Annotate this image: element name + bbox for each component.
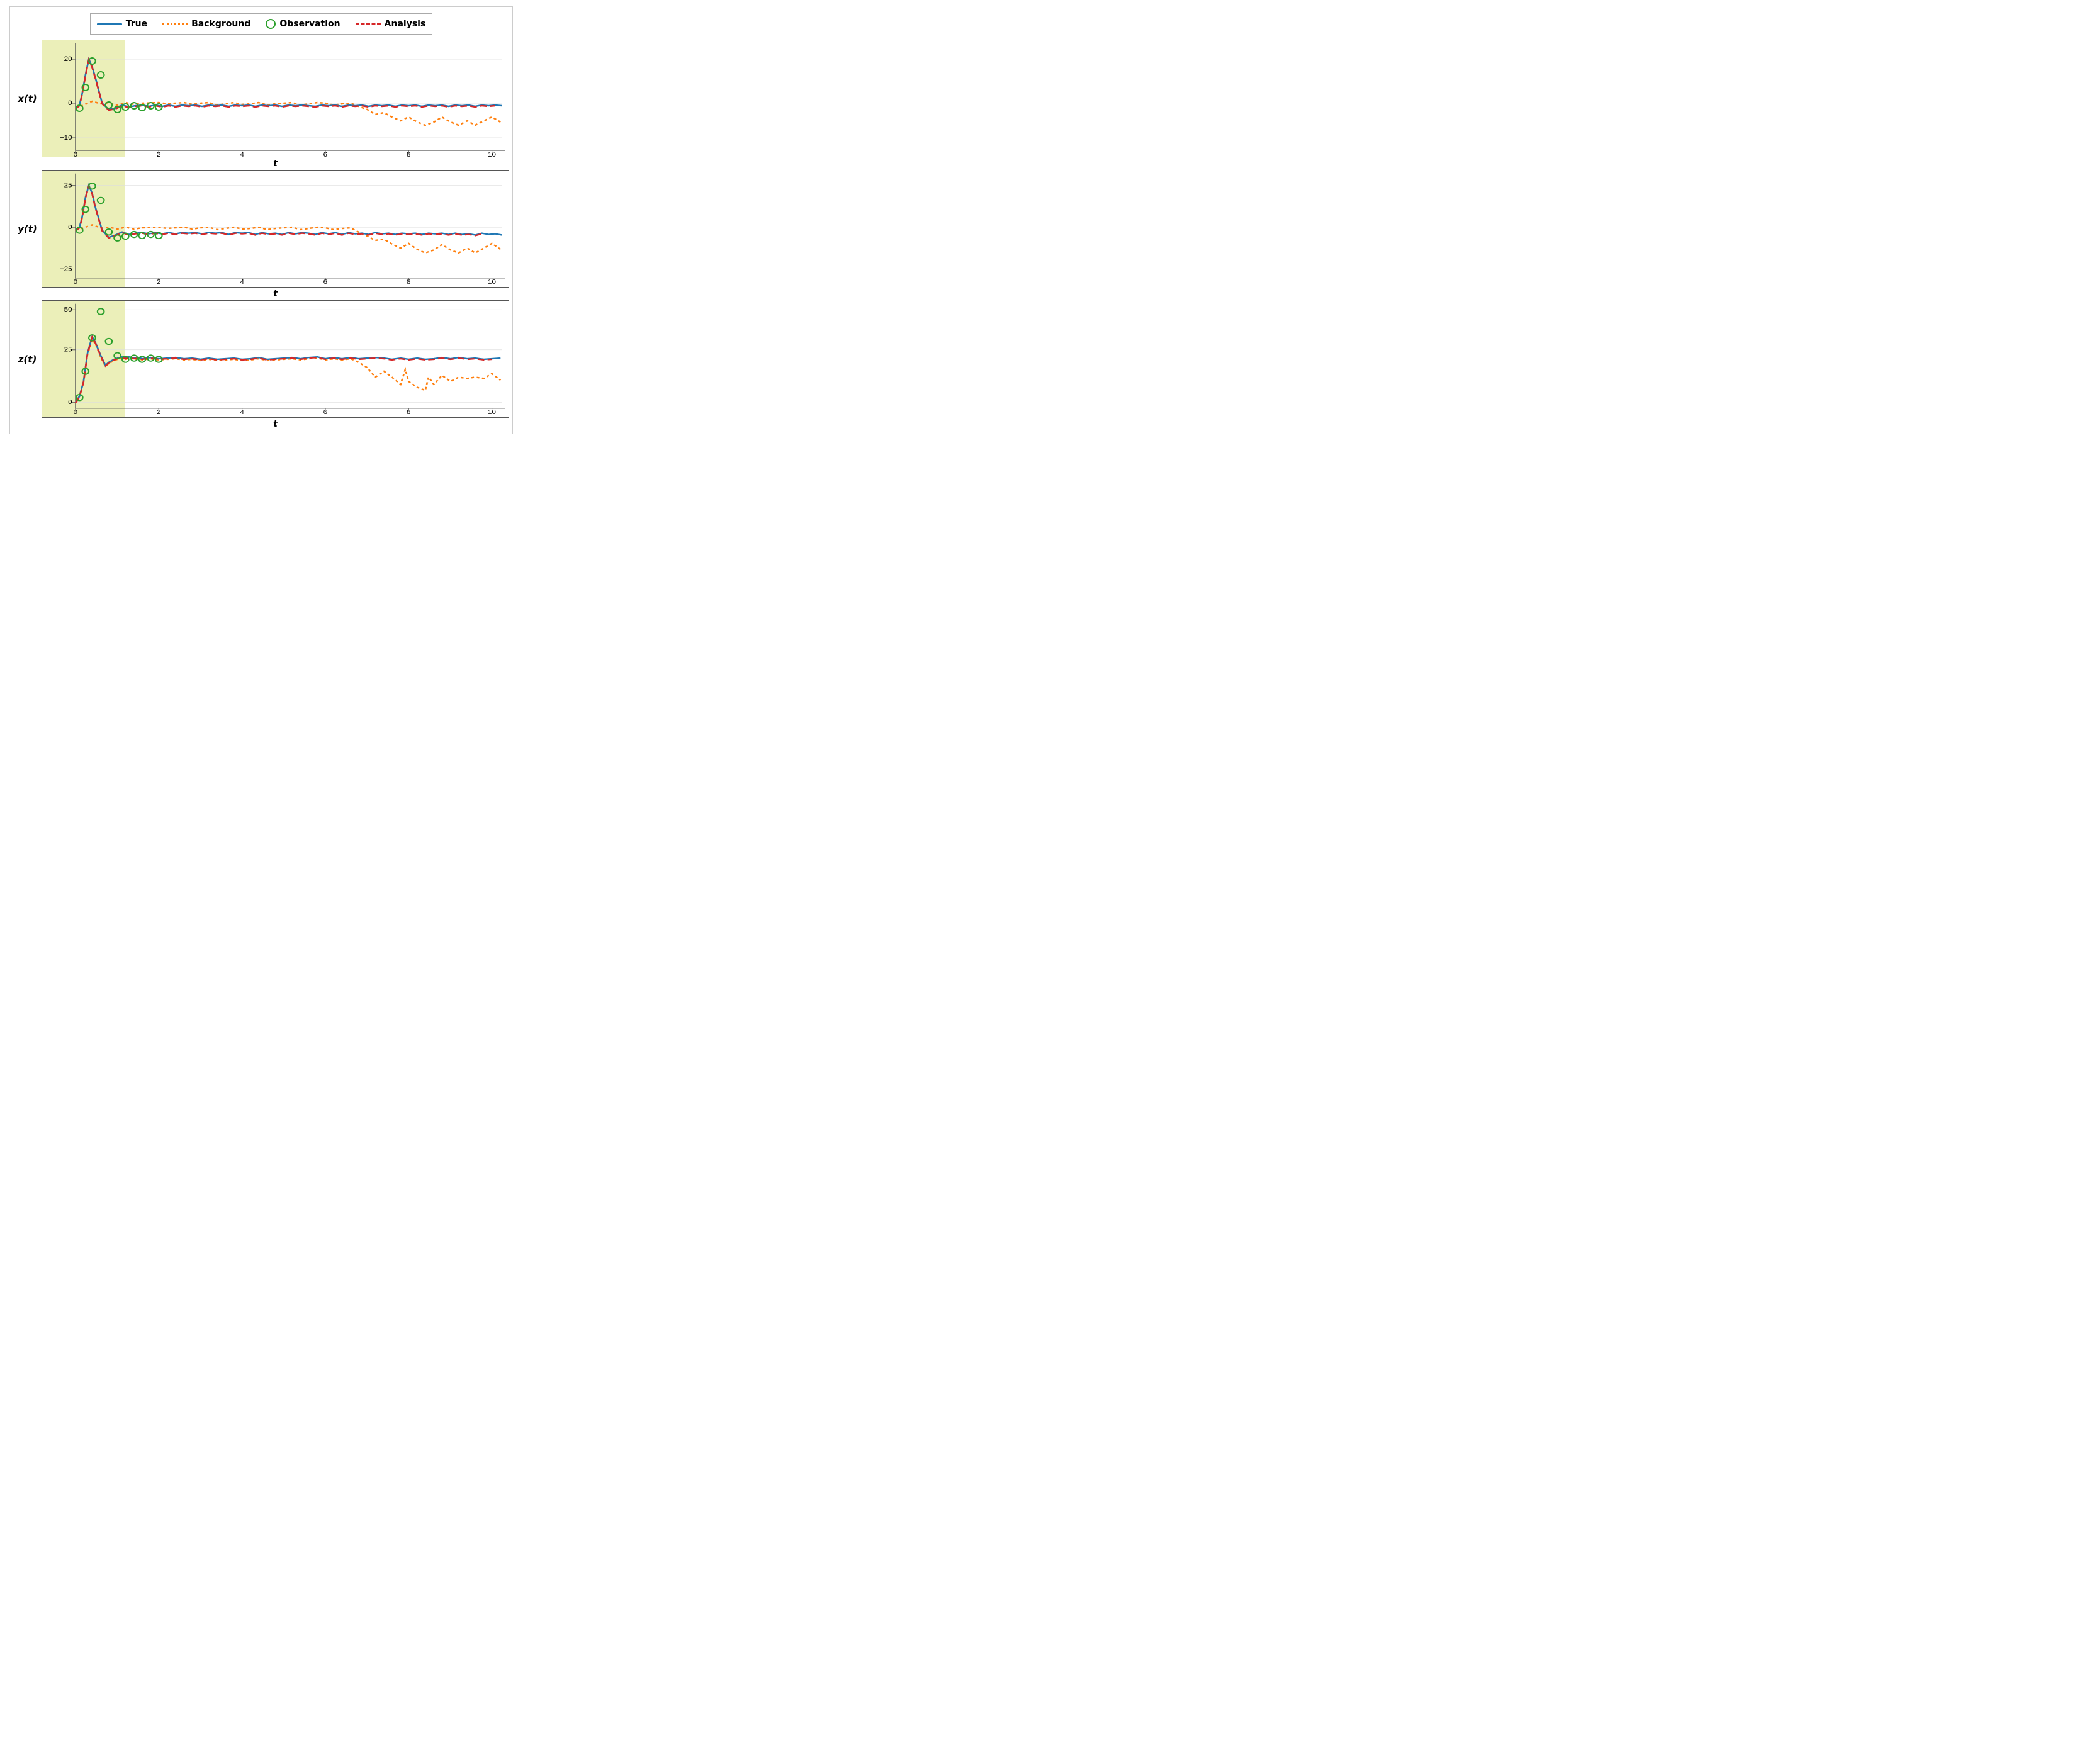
legend-item-true: True [97, 19, 147, 29]
observation-circle-icon [266, 19, 276, 29]
svg-text:0: 0 [68, 223, 72, 230]
legend-label-background: Background [191, 19, 250, 29]
xlabel-row-z: t [13, 418, 509, 430]
xlabel-row-x: t [13, 157, 509, 170]
xlabel-z: t [42, 418, 509, 430]
ylabel-y: y(t) [13, 170, 42, 288]
plot-row-z: z(t) 50 25 0 0 2 4 6 8 [13, 300, 509, 418]
plot-z: 50 25 0 0 2 4 6 8 10 [42, 300, 509, 418]
xlabel-y: t [42, 288, 509, 300]
svg-text:0: 0 [68, 399, 72, 406]
figure: True Background Observation Analysis x(t… [9, 6, 513, 434]
plot-y: 25 0 −25 0 2 4 6 8 10 [42, 170, 509, 288]
plot-svg-x: 20 0 −10 0 2 4 6 8 10 [42, 40, 509, 157]
xlabel-x: t [42, 157, 509, 170]
background-line-icon [162, 23, 188, 25]
legend-item-analysis: Analysis [356, 19, 426, 29]
legend: True Background Observation Analysis [90, 13, 433, 35]
legend-label-observation: Observation [279, 19, 340, 29]
analysis-line-icon [356, 23, 381, 25]
plot-row-x: x(t) 20 0 −10 0 2 [13, 40, 509, 157]
svg-text:25: 25 [64, 346, 72, 353]
legend-item-background: Background [162, 19, 250, 29]
ylabel-x: x(t) [13, 40, 42, 157]
plots-area: x(t) 20 0 −10 0 2 [13, 40, 509, 430]
svg-text:0: 0 [68, 99, 72, 107]
true-line-icon [97, 23, 122, 25]
xlabel-row-y: t [13, 288, 509, 300]
svg-text:50: 50 [64, 306, 72, 313]
svg-text:−10: −10 [60, 134, 72, 142]
svg-text:−25: −25 [60, 266, 72, 272]
plot-svg-z: 50 25 0 0 2 4 6 8 10 [42, 301, 509, 417]
legend-item-observation: Observation [266, 19, 340, 29]
svg-text:20: 20 [64, 55, 72, 63]
legend-label-analysis: Analysis [385, 19, 426, 29]
ylabel-z: z(t) [13, 300, 42, 418]
legend-label-true: True [126, 19, 147, 29]
plot-x: 20 0 −10 0 2 4 6 8 10 [42, 40, 509, 157]
svg-text:25: 25 [64, 182, 72, 189]
plot-svg-y: 25 0 −25 0 2 4 6 8 10 [42, 171, 509, 287]
plot-row-y: y(t) 25 0 −25 0 2 4 6 8 [13, 170, 509, 288]
